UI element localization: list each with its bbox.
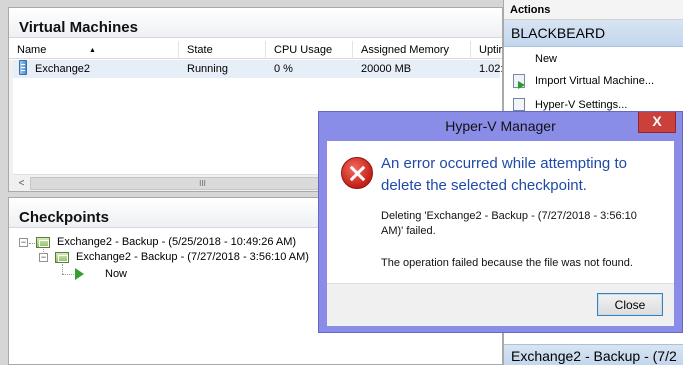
checkpoint-item-now[interactable]: Now bbox=[105, 266, 127, 282]
vm-name: Exchange2 bbox=[35, 63, 91, 75]
checkpoint-icon bbox=[36, 237, 50, 248]
action-new[interactable]: New bbox=[504, 48, 683, 70]
column-header-name[interactable]: Name ▲ bbox=[9, 41, 179, 59]
virtual-machine-icon bbox=[19, 60, 27, 75]
dialog-close-icon[interactable]: X bbox=[638, 112, 676, 133]
checkpoint-item-1[interactable]: Exchange2 - Backup - (5/25/2018 - 10:49:… bbox=[57, 234, 296, 250]
sort-ascending-icon: ▲ bbox=[89, 47, 96, 54]
action-new-label: New bbox=[535, 53, 558, 65]
virtual-machines-title: Virtual Machines bbox=[9, 8, 502, 38]
column-header-name-label: Name bbox=[17, 44, 47, 56]
vm-cpu-usage: 0 % bbox=[274, 63, 293, 75]
close-button[interactable]: Close bbox=[597, 293, 663, 316]
tree-connector bbox=[29, 243, 35, 244]
vm-assigned-memory: 20000 MB bbox=[361, 63, 412, 75]
dialog-body: An error occurred while attempting to de… bbox=[327, 141, 674, 326]
settings-icon bbox=[513, 98, 525, 111]
checkpoint-icon bbox=[55, 252, 69, 263]
vm-column-headers: Name ▲ State CPU Usage Assigned Memory U… bbox=[9, 41, 502, 59]
vm-uptime: 1.02: bbox=[479, 63, 503, 75]
error-reason: The operation failed because the file wa… bbox=[381, 257, 633, 269]
column-header-memory[interactable]: Assigned Memory bbox=[353, 41, 471, 59]
error-main-message: An error occurred while attempting to de… bbox=[381, 155, 627, 194]
actions-group-blackbeard[interactable]: BLACKBEARD bbox=[504, 20, 683, 47]
column-header-cpu[interactable]: CPU Usage bbox=[266, 41, 353, 59]
checkpoint-item-2[interactable]: Exchange2 - Backup - (7/27/2018 - 3:56:1… bbox=[76, 249, 309, 265]
collapse-icon[interactable]: − bbox=[39, 253, 48, 262]
dialog-title: Hyper-V Manager bbox=[445, 118, 556, 134]
tree-connector bbox=[62, 264, 63, 274]
error-dialog: Hyper-V Manager X An error occurred whil… bbox=[318, 111, 683, 333]
vm-state: Running bbox=[187, 63, 228, 75]
action-import-virtual-machine[interactable]: Import Virtual Machine... bbox=[504, 70, 683, 92]
action-import-label: Import Virtual Machine... bbox=[535, 75, 655, 87]
table-row[interactable]: Exchange2 Running 0 % 20000 MB 1.02: bbox=[13, 60, 503, 78]
now-play-icon bbox=[75, 268, 84, 280]
scroll-left-arrow-icon[interactable]: < bbox=[13, 175, 30, 191]
column-header-uptime[interactable]: Uptir bbox=[471, 41, 502, 59]
list-margin bbox=[9, 60, 13, 191]
error-detail: Deleting 'Exchange2 - Backup - (7/27/201… bbox=[381, 210, 637, 237]
actions-group-checkpoint[interactable]: Exchange2 - Backup - (7/2 bbox=[504, 344, 683, 365]
import-icon bbox=[513, 74, 525, 89]
dialog-footer: Close bbox=[327, 283, 674, 326]
column-header-state[interactable]: State bbox=[179, 41, 266, 59]
collapse-icon[interactable]: − bbox=[19, 238, 28, 247]
error-icon bbox=[341, 157, 373, 189]
actions-header: Actions bbox=[504, 0, 683, 20]
tree-connector bbox=[62, 274, 74, 275]
